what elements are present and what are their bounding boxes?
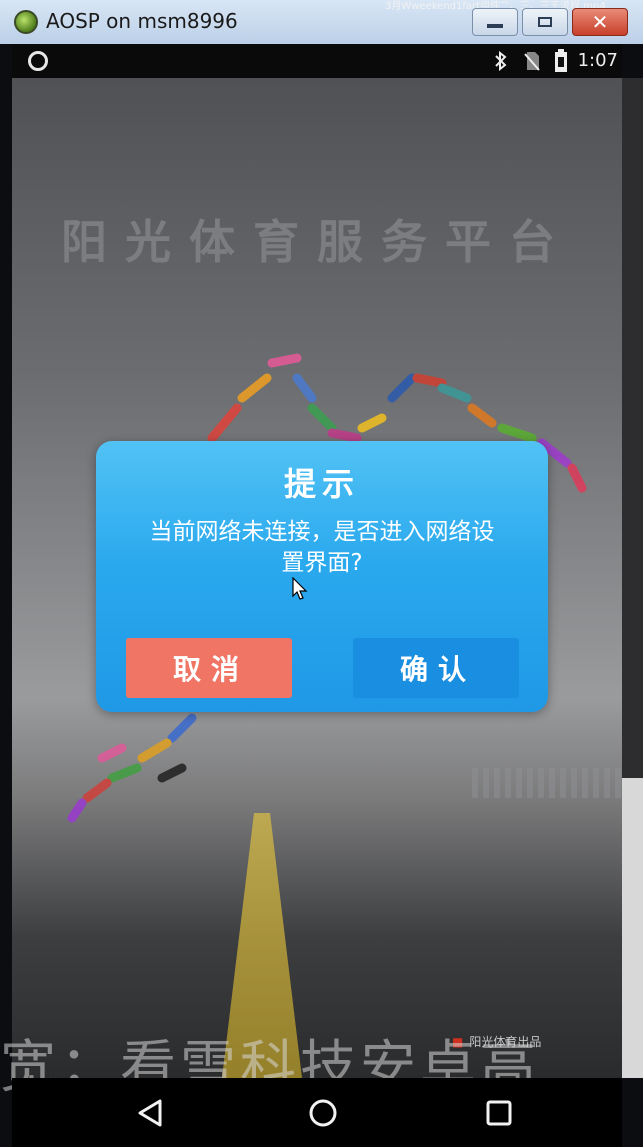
battery-icon <box>555 49 567 72</box>
window-titlebar: AOSP on msm8996 3月Wweekend1fart组件二、三、三王流… <box>0 0 643 44</box>
mouse-cursor-icon <box>292 577 308 600</box>
emulator-side-panel <box>622 78 643 778</box>
android-app-icon <box>14 10 38 34</box>
dialog-title: 提示 <box>283 465 360 503</box>
cancel-button[interactable]: 取消 <box>126 638 292 698</box>
recent-apps-icon[interactable] <box>482 1096 516 1130</box>
close-button[interactable]: ✕ <box>572 8 628 36</box>
navigation-bar <box>12 1078 622 1147</box>
back-icon[interactable] <box>134 1096 168 1130</box>
status-time: 1:07 <box>577 50 618 71</box>
bluetooth-icon <box>495 51 507 71</box>
maximize-icon <box>538 17 552 27</box>
window-title: AOSP on msm8996 <box>46 9 238 33</box>
city-skyline <box>472 768 622 798</box>
notification-circle-icon <box>28 51 48 71</box>
home-icon[interactable] <box>306 1096 340 1130</box>
minimize-icon <box>487 24 503 28</box>
network-alert-dialog: 提示 当前网络未连接，是否进入网络设置界面? 取消 确认 <box>96 441 548 712</box>
maximize-button[interactable] <box>522 8 568 36</box>
dialog-message: 当前网络未连接，是否进入网络设置界面? <box>149 519 495 576</box>
no-sim-icon <box>524 52 540 71</box>
confirm-button[interactable]: 确认 <box>353 638 519 698</box>
status-bar: 1:07 <box>12 44 622 78</box>
minimize-button[interactable] <box>472 8 518 36</box>
